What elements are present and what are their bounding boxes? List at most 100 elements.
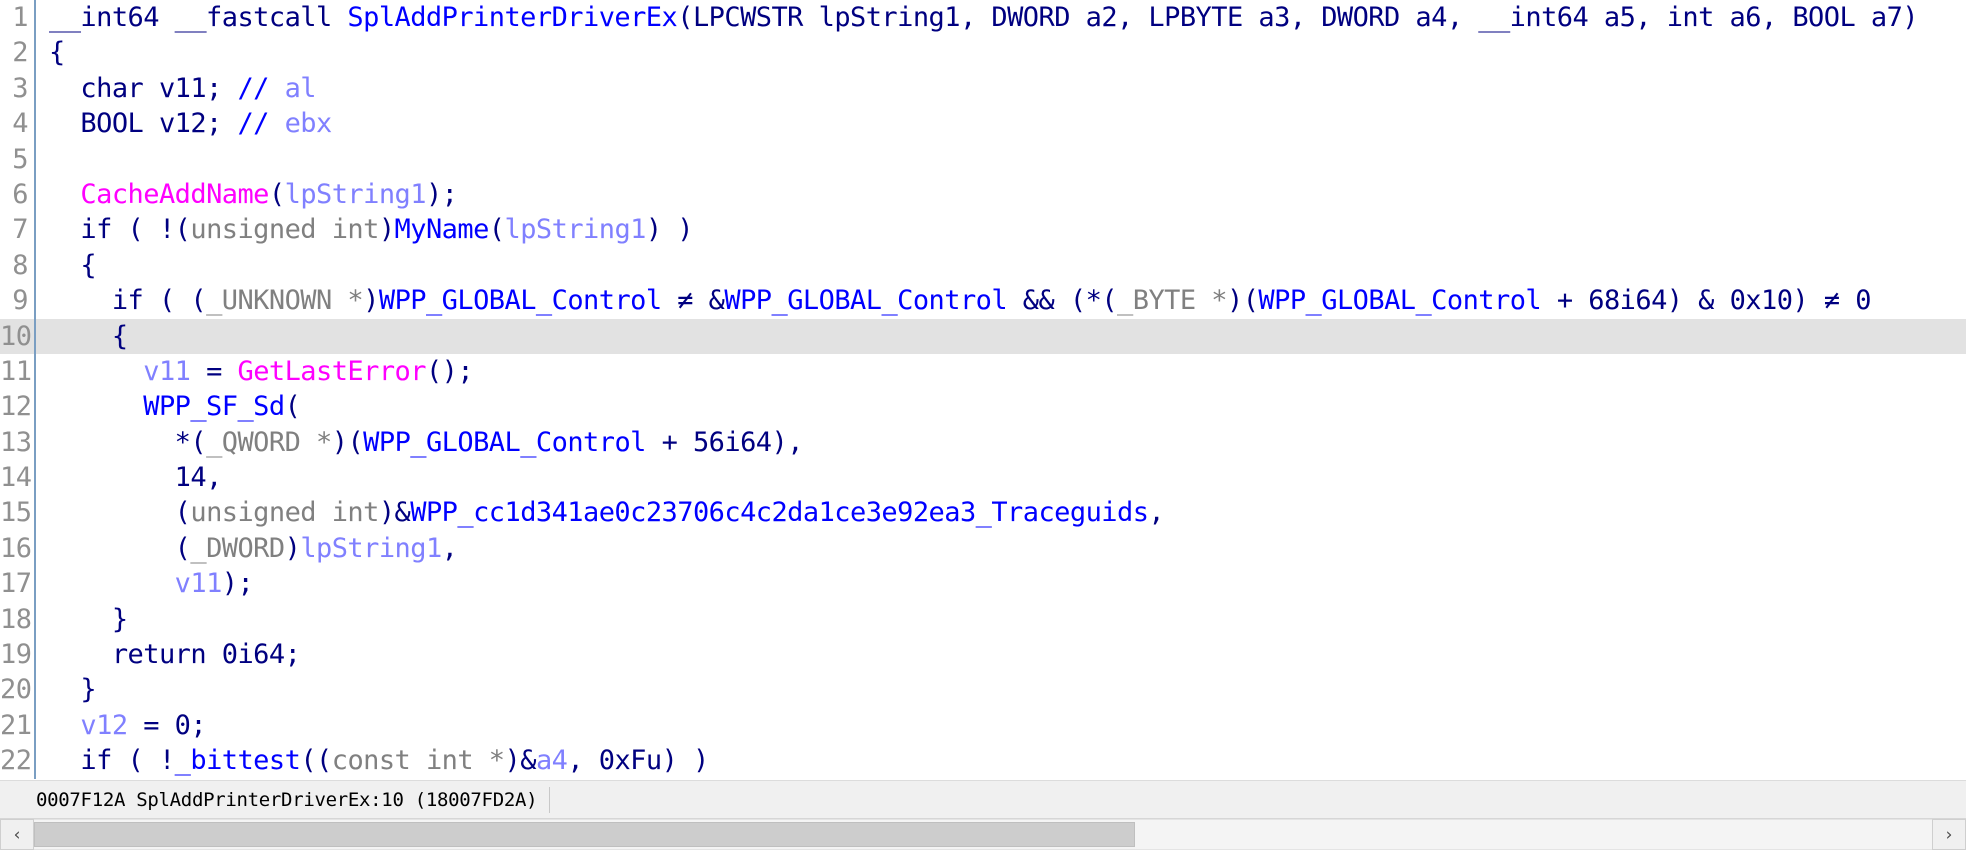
code-line[interactable]: 10 { bbox=[0, 318, 1966, 354]
code-token: && (*( bbox=[1007, 285, 1118, 317]
line-number: 13 bbox=[0, 426, 32, 458]
code-line[interactable]: 16 (_DWORD)lpString1, bbox=[0, 530, 1966, 567]
code-token: { bbox=[49, 249, 97, 281]
code-line-text[interactable]: BOOL v12; // ebx bbox=[36, 106, 1966, 141]
code-line[interactable]: 2{ bbox=[0, 35, 1966, 71]
code-token: WPP_GLOBAL_Control bbox=[1258, 285, 1542, 317]
code-token: (); bbox=[425, 355, 474, 387]
code-line-text[interactable]: (_DWORD)lpString1, bbox=[36, 531, 1966, 566]
code-token: (( bbox=[300, 745, 332, 777]
line-number: 20 bbox=[0, 674, 32, 706]
code-token: return 0i64; bbox=[49, 639, 301, 671]
code-line-text[interactable]: char v11; // al bbox=[36, 71, 1966, 106]
code-token: unsigned int bbox=[190, 497, 379, 529]
code-line[interactable]: 13 *(_QWORD *)(WPP_GLOBAL_Control + 56i6… bbox=[0, 424, 1966, 461]
code-line-text[interactable]: } bbox=[36, 602, 1966, 637]
code-line[interactable]: 11 v11 = GetLastError(); bbox=[0, 353, 1966, 390]
code-line-text[interactable]: *(_QWORD *)(WPP_GLOBAL_Control + 56i64), bbox=[36, 425, 1966, 460]
line-number: 22 bbox=[0, 745, 32, 777]
code-line[interactable]: 1 __int64 __fastcall SplAddPrinterDriverE… bbox=[0, 0, 1966, 36]
line-number: 1 bbox=[12, 2, 28, 33]
code-line-text[interactable]: { bbox=[36, 35, 1966, 70]
code-token: ) bbox=[378, 214, 395, 246]
code-line[interactable]: 4 BOOL v12; // ebx bbox=[0, 106, 1966, 142]
code-token: , 0xFu) ) bbox=[567, 745, 709, 777]
code-line[interactable]: 5 bbox=[0, 141, 1966, 177]
code-token: * bbox=[1211, 285, 1227, 317]
code-line-text[interactable]: v11 = GetLastError(); bbox=[36, 354, 1966, 389]
code-line[interactable]: 20 } bbox=[0, 672, 1966, 708]
code-line-text[interactable]: CacheAddName(lpString1); bbox=[36, 177, 1966, 212]
code-token: _DWORD bbox=[190, 532, 285, 564]
code-line-text[interactable]: v11); bbox=[36, 566, 1966, 601]
code-token: ( bbox=[284, 391, 301, 423]
code-line-text[interactable]: { bbox=[36, 248, 1966, 283]
code-line[interactable]: 14 14, bbox=[0, 460, 1966, 496]
code-line-text[interactable]: v12 = 0; bbox=[36, 708, 1966, 743]
line-number: 2 bbox=[12, 37, 28, 69]
code-line[interactable]: 18 } bbox=[0, 601, 1966, 638]
code-token: ) bbox=[363, 285, 379, 317]
code-token: } bbox=[49, 674, 97, 706]
code-token: WPP_cc1d341ae0c23706c4c2da1ce3e92ea3_Tra… bbox=[410, 497, 1149, 529]
code-token: _QWORD bbox=[206, 426, 317, 458]
code-line[interactable]: 21 v12 = 0; bbox=[0, 707, 1966, 744]
line-number: 7 bbox=[12, 214, 28, 246]
code-line[interactable]: 3 char v11; // al bbox=[0, 70, 1966, 107]
scrollbar-thumb[interactable] bbox=[34, 822, 1135, 847]
horizontal-scrollbar[interactable]: ‹ › bbox=[0, 818, 1966, 850]
code-line-text[interactable]: { bbox=[36, 319, 1966, 354]
pseudocode-window: 1 __int64 __fastcall SplAddPrinterDriverE… bbox=[0, 0, 1966, 868]
code-line-text[interactable]: if ( !_bittest((const int *)&a4, 0xFu) ) bbox=[36, 743, 1966, 778]
code-line[interactable]: 15 (unsigned int)&WPP_cc1d341ae0c23706c4… bbox=[0, 495, 1966, 531]
line-number: 16 bbox=[0, 532, 32, 564]
code-token: , DWORD a2, LPBYTE a3, DWORD a4, __int64… bbox=[959, 2, 1919, 33]
code-token: } bbox=[49, 603, 128, 635]
code-token: ) bbox=[284, 532, 301, 564]
scroll-left-arrow-icon[interactable]: ‹ bbox=[0, 819, 34, 850]
code-token: // bbox=[237, 72, 269, 104]
status-bar-location-text: 0007F12A SplAddPrinterDriverEx:10 (18007… bbox=[36, 786, 551, 813]
code-line-text[interactable]: WPP_SF_Sd( bbox=[36, 389, 1966, 424]
code-line[interactable]: 7 if ( !(unsigned int)MyName(lpString1) … bbox=[0, 212, 1966, 248]
code-line[interactable]: 17 v11); bbox=[0, 566, 1966, 602]
code-token: )& bbox=[378, 497, 411, 529]
code-line[interactable]: 9 if ( (_UNKNOWN *)WPP_GLOBAL_Control ≠ … bbox=[0, 283, 1966, 319]
code-line-text[interactable]: if ( !(unsigned int)MyName(lpString1) ) bbox=[36, 212, 1966, 247]
code-token: { bbox=[49, 37, 65, 69]
code-token: ( bbox=[677, 2, 693, 33]
code-line-text[interactable]: (unsigned int)&WPP_cc1d341ae0c23706c4c2d… bbox=[36, 495, 1966, 530]
code-line-text[interactable]: __int64 __fastcall SplAddPrinterDriverEx… bbox=[36, 0, 1966, 35]
code-line[interactable]: 22 if ( !_bittest((const int *)&a4, 0xFu… bbox=[0, 743, 1966, 779]
code-token: lpString1 bbox=[818, 2, 961, 33]
code-token: a4 bbox=[535, 745, 568, 777]
pseudocode-code-area[interactable]: 1 __int64 __fastcall SplAddPrinterDriverE… bbox=[0, 0, 1966, 780]
code-line-text[interactable]: } bbox=[36, 672, 1966, 707]
code-token: ( bbox=[488, 214, 505, 246]
code-token: // bbox=[237, 108, 269, 140]
code-line-text[interactable]: if ( (_UNKNOWN *)WPP_GLOBAL_Control ≠ &W… bbox=[36, 283, 1966, 318]
code-line-text[interactable]: return 0i64; bbox=[36, 637, 1966, 672]
code-line[interactable]: 8 { bbox=[0, 247, 1966, 284]
code-token: )( bbox=[1227, 285, 1259, 317]
code-token: * bbox=[347, 285, 364, 317]
code-line[interactable]: 6 CacheAddName(lpString1); bbox=[0, 176, 1966, 213]
code-token: unsigned int bbox=[190, 214, 379, 246]
scroll-right-arrow-icon[interactable]: › bbox=[1932, 819, 1966, 850]
code-token: 14, bbox=[49, 462, 223, 494]
line-number: 14 bbox=[0, 462, 32, 494]
line-number: 19 bbox=[0, 639, 32, 671]
code-token: ); bbox=[425, 178, 458, 210]
scrollbar-track[interactable] bbox=[34, 819, 1932, 850]
code-line[interactable]: 19 return 0i64; bbox=[0, 637, 1966, 673]
code-line[interactable]: 12 WPP_SF_Sd( bbox=[0, 389, 1966, 425]
line-number: 3 bbox=[12, 72, 28, 104]
code-token: __int64 __fastcall bbox=[49, 2, 348, 33]
code-token: ( bbox=[49, 532, 191, 564]
code-line-text[interactable]: 14, bbox=[36, 460, 1966, 495]
code-token: WPP_GLOBAL_Control bbox=[378, 285, 662, 317]
